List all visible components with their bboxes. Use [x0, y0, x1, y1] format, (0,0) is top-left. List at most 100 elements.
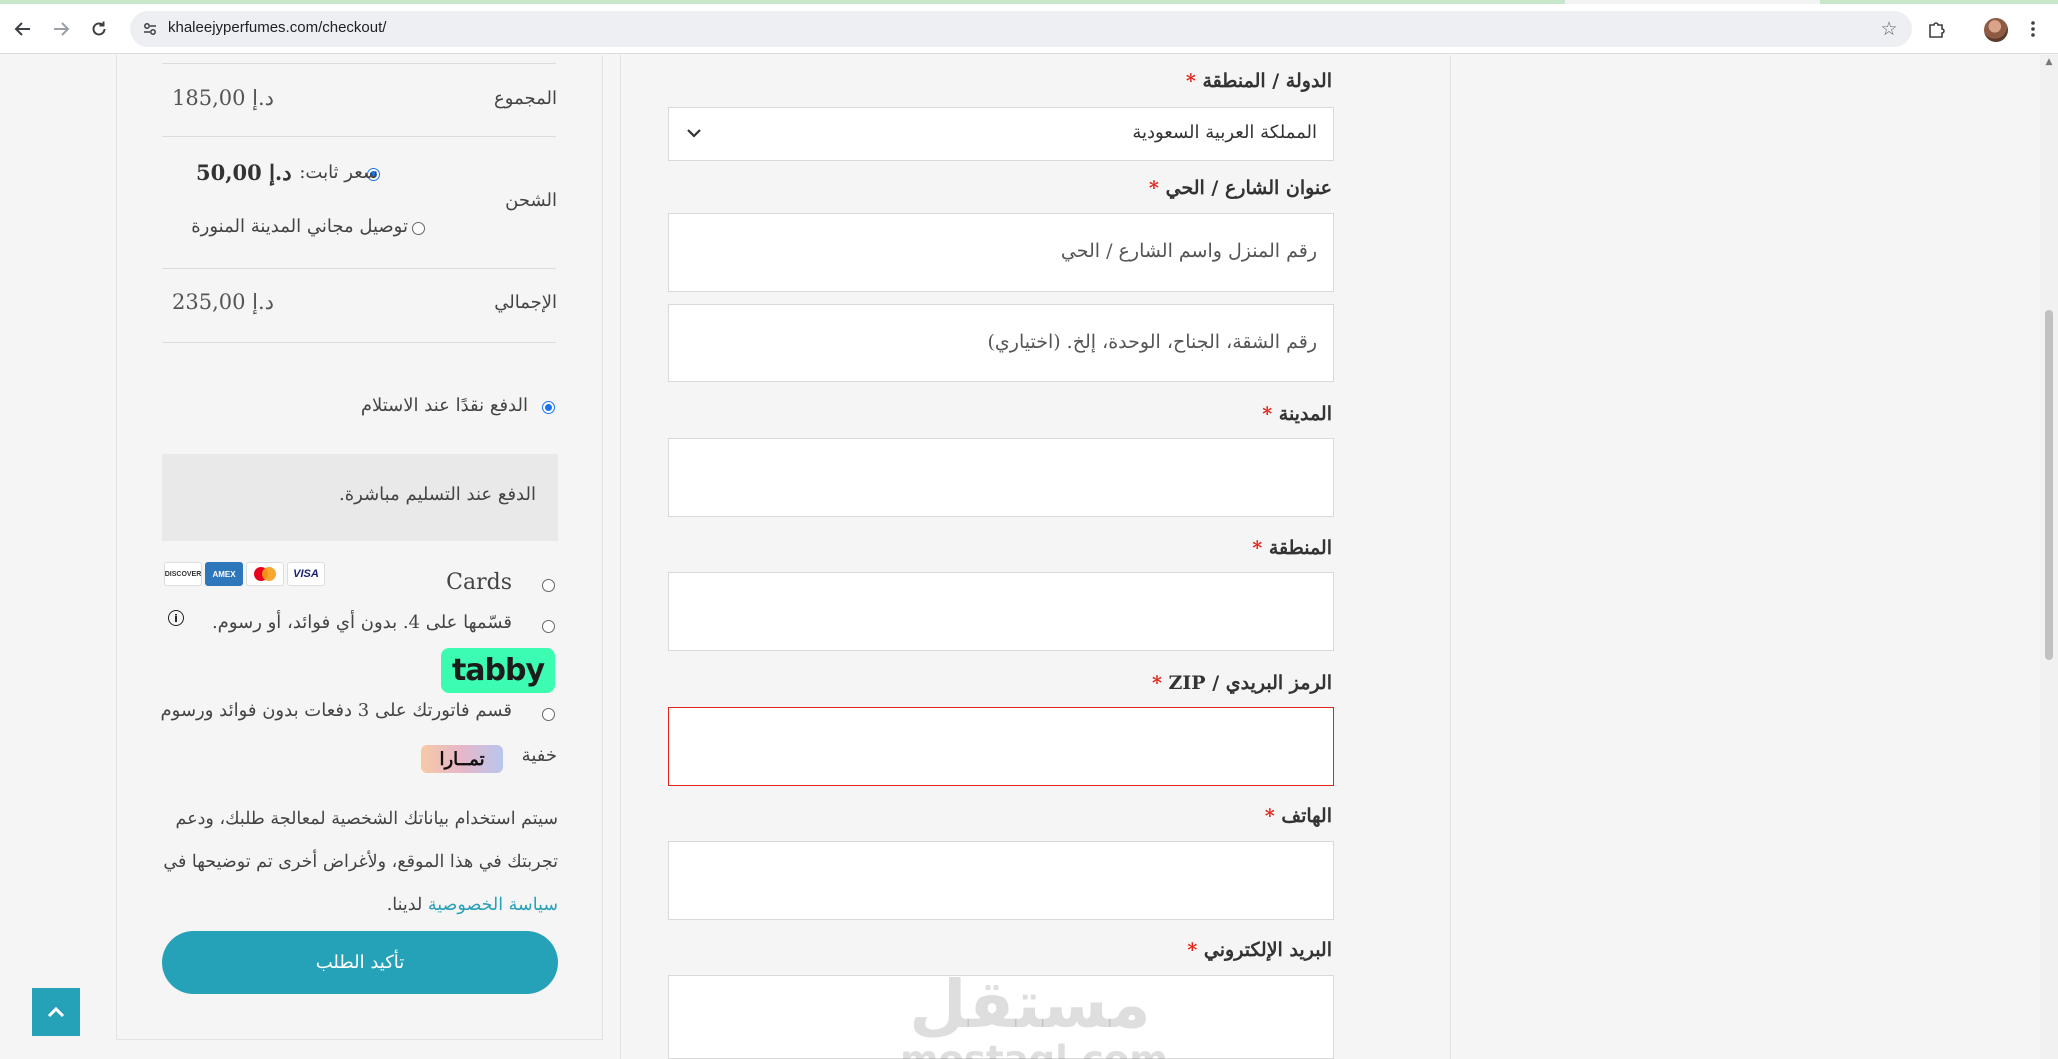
country-select[interactable]: المملكة العربية السعودية — [668, 107, 1334, 161]
payment-cards-label[interactable]: Cards — [446, 570, 512, 595]
page-scrollbar[interactable]: ▲ — [2040, 55, 2058, 1059]
required-mark: * — [1151, 672, 1162, 694]
scroll-to-top-button[interactable] — [32, 988, 80, 1036]
country-label: الدولة / المنطقة * — [1186, 70, 1332, 92]
forward-button[interactable] — [44, 12, 78, 46]
tamara-logo-text: تمــارا — [439, 748, 485, 770]
phone-input[interactable] — [668, 841, 1334, 920]
browser-menu-button[interactable] — [2018, 12, 2048, 46]
required-mark: * — [1252, 537, 1263, 559]
email-input[interactable] — [668, 975, 1334, 1059]
kebab-menu-icon — [2031, 21, 2035, 37]
payment-tabby-radio[interactable] — [542, 620, 555, 633]
divider — [162, 342, 556, 343]
discover-logo-text: DISCOVER — [164, 570, 202, 578]
scroll-thumb[interactable] — [2045, 310, 2053, 660]
reload-button[interactable] — [82, 12, 116, 46]
payment-tamara-label[interactable]: قسم فاتورتك على 3 دفعات بدون فوائد ورسوم — [161, 700, 513, 721]
street-label: عنوان الشارع / الحي * — [1149, 177, 1332, 199]
billing-form: الدولة / المنطقة * المملكة العربية السعو… — [620, 55, 1451, 1059]
required-mark: * — [1149, 177, 1159, 199]
address-bar[interactable]: khaleejyperfumes.com/checkout/ ☆ — [130, 11, 1912, 47]
info-icon[interactable]: i — [168, 610, 184, 626]
extensions-button[interactable] — [1920, 12, 1954, 46]
city-label: المدينة * — [1262, 403, 1332, 425]
street-address-2-input[interactable]: رقم الشقة، الجناح، الوحدة، إلخ. (اختياري… — [668, 304, 1334, 382]
place-order-button[interactable]: تأكيد الطلب — [162, 931, 558, 994]
order-review-panel: المجموع 185,00 د.إ الشحن سعر ثابت: 50,00… — [116, 55, 603, 1040]
puzzle-icon — [1929, 22, 1945, 38]
browser-window: { "browser": { "url": "khaleejyperfumes.… — [0, 0, 2058, 1059]
payment-cod-description: الدفع عند التسليم مباشرة. — [162, 454, 558, 541]
country-select-value: المملكة العربية السعودية — [1132, 122, 1317, 143]
site-info-button[interactable] — [140, 19, 160, 39]
privacy-notice: سيتم استخدام بياناتك الشخصية لمعالجة طلب… — [162, 798, 558, 927]
visa-logo: VISA — [287, 562, 325, 586]
email-label: البريد الإلكتروني * — [1187, 939, 1332, 961]
required-mark: * — [1262, 403, 1273, 425]
subtotal-label: المجموع — [494, 88, 557, 109]
amex-logo: AMEX — [205, 562, 243, 586]
payment-cod-description-text: الدفع عند التسليم مباشرة. — [339, 484, 536, 505]
required-mark: * — [1185, 70, 1196, 92]
privacy-policy-link[interactable]: سياسة الخصوصية — [428, 895, 558, 915]
tabby-logo-text: tabby — [451, 653, 545, 688]
privacy-text: سيتم استخدام بياناتك الشخصية لمعالجة طلب… — [163, 809, 558, 872]
mastercard-logo — [246, 562, 284, 586]
payment-tamara-label-line2[interactable]: خفية — [514, 745, 602, 766]
street-label-text: عنوان الشارع / الحي — [1165, 177, 1332, 199]
chevron-down-icon — [687, 129, 701, 138]
divider — [162, 268, 556, 269]
back-button[interactable] — [6, 12, 40, 46]
email-label-text: البريد الإلكتروني — [1203, 939, 1332, 961]
star-icon: ☆ — [1880, 18, 1898, 40]
amex-logo-text: AMEX — [212, 569, 236, 579]
browser-toolbar: khaleejyperfumes.com/checkout/ ☆ — [0, 4, 2058, 54]
scroll-up-arrow-icon[interactable]: ▲ — [2044, 57, 2054, 67]
country-label-text: الدولة / المنطقة — [1202, 70, 1332, 92]
shipping-free-delivery-radio[interactable] — [412, 222, 425, 235]
tune-icon — [144, 23, 156, 35]
privacy-text-end: لدينا. — [386, 895, 423, 915]
arrow-left-icon — [14, 22, 30, 36]
zip-label-text: الرمز البريدي / ZIP — [1168, 672, 1332, 694]
shipping-flat-rate-label: سعر ثابت: — [299, 162, 378, 183]
discover-logo: DISCOVER — [164, 562, 202, 586]
tabby-logo: tabby — [441, 648, 555, 693]
phone-label: الهاتف * — [1265, 805, 1332, 827]
divider — [162, 136, 556, 137]
shipping-flat-rate-amount: 50,00 د.إ — [196, 160, 292, 185]
payment-tamara-radio[interactable] — [542, 708, 555, 721]
required-mark: * — [1264, 805, 1275, 827]
zip-input[interactable] — [668, 707, 1334, 786]
mastercard-icon — [254, 567, 276, 581]
region-label-text: المنطقة — [1268, 537, 1332, 559]
street-address-2-placeholder: رقم الشقة، الجناح، الوحدة، إلخ. (اختياري… — [987, 331, 1317, 353]
region-input[interactable] — [668, 572, 1334, 651]
tamara-logo: تمــارا — [421, 745, 503, 773]
zip-label: الرمز البريدي / ZIP * — [1152, 672, 1332, 694]
divider — [162, 63, 556, 64]
visa-logo-text: VISA — [293, 568, 319, 580]
url-text[interactable]: khaleejyperfumes.com/checkout/ — [168, 19, 386, 36]
payment-cod-radio[interactable] — [542, 401, 555, 414]
arrow-right-icon — [54, 22, 70, 36]
total-amount: 235,00 د.إ — [172, 290, 275, 314]
street-address-input[interactable]: رقم المنزل واسم الشارع / الحي — [668, 213, 1334, 292]
city-input[interactable] — [668, 438, 1334, 517]
payment-tabby-label[interactable]: قسّمها على 4. بدون أي فوائد، أو رسوم. — [212, 612, 512, 633]
payment-cod-label[interactable]: الدفع نقدًا عند الاستلام — [361, 395, 528, 416]
total-label: الإجمالي — [494, 292, 557, 313]
chevron-up-icon — [47, 1006, 65, 1018]
region-label: المنطقة * — [1252, 537, 1332, 559]
profile-avatar[interactable] — [1984, 18, 2008, 42]
bookmark-button[interactable]: ☆ — [1876, 16, 1902, 42]
city-label-text: المدينة — [1278, 403, 1332, 425]
subtotal-amount: 185,00 د.إ — [172, 86, 275, 110]
street-address-placeholder: رقم المنزل واسم الشارع / الحي — [1060, 240, 1317, 262]
shipping-label: الشحن — [505, 190, 557, 211]
reload-icon — [92, 21, 106, 36]
tamara-line2-text: خفية — [521, 745, 557, 766]
shipping-free-delivery-label: توصيل مجاني المدينة المنورة — [191, 216, 408, 237]
payment-cards-radio[interactable] — [542, 579, 555, 592]
